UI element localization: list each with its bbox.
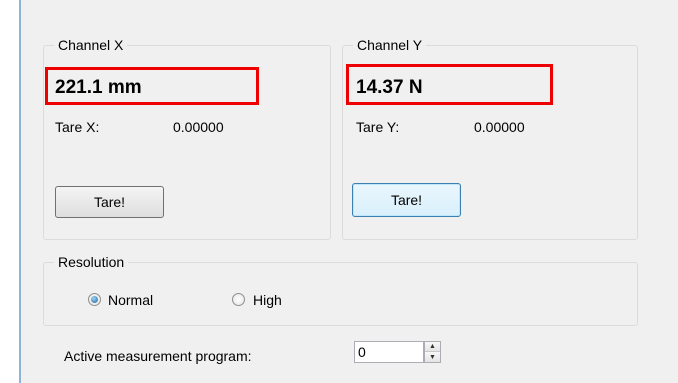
program-label: Active measurement program: (64, 348, 252, 364)
program-spinner-buttons: ▲ ▼ (424, 341, 441, 363)
channel-x-legend: Channel X (54, 36, 128, 54)
settings-panel: Channel X 221.1 mm Tare X: 0.00000 Tare!… (21, 0, 678, 383)
radio-high-label[interactable]: High (253, 291, 282, 309)
tare-y-button[interactable]: Tare! (352, 183, 461, 217)
radio-selected-icon (91, 296, 98, 303)
radio-normal[interactable] (88, 293, 101, 306)
radio-normal-label[interactable]: Normal (108, 291, 153, 309)
resolution-legend: Resolution (54, 253, 129, 271)
tare-y-label: Tare Y: (356, 119, 400, 135)
program-spinner-input[interactable]: 0 (354, 341, 424, 363)
tare-x-value: 0.00000 (173, 119, 224, 135)
tare-y-value: 0.00000 (474, 119, 525, 135)
channel-x-highlight (45, 67, 259, 105)
radio-high[interactable] (232, 293, 245, 306)
spin-up-icon[interactable]: ▲ (425, 342, 440, 352)
left-accent-bar (0, 0, 21, 383)
tare-x-label: Tare X: (55, 119, 100, 135)
channel-y-legend: Channel Y (353, 36, 427, 54)
spin-down-icon[interactable]: ▼ (425, 352, 440, 362)
tare-x-button[interactable]: Tare! (55, 186, 164, 218)
channel-y-highlight (346, 64, 553, 105)
